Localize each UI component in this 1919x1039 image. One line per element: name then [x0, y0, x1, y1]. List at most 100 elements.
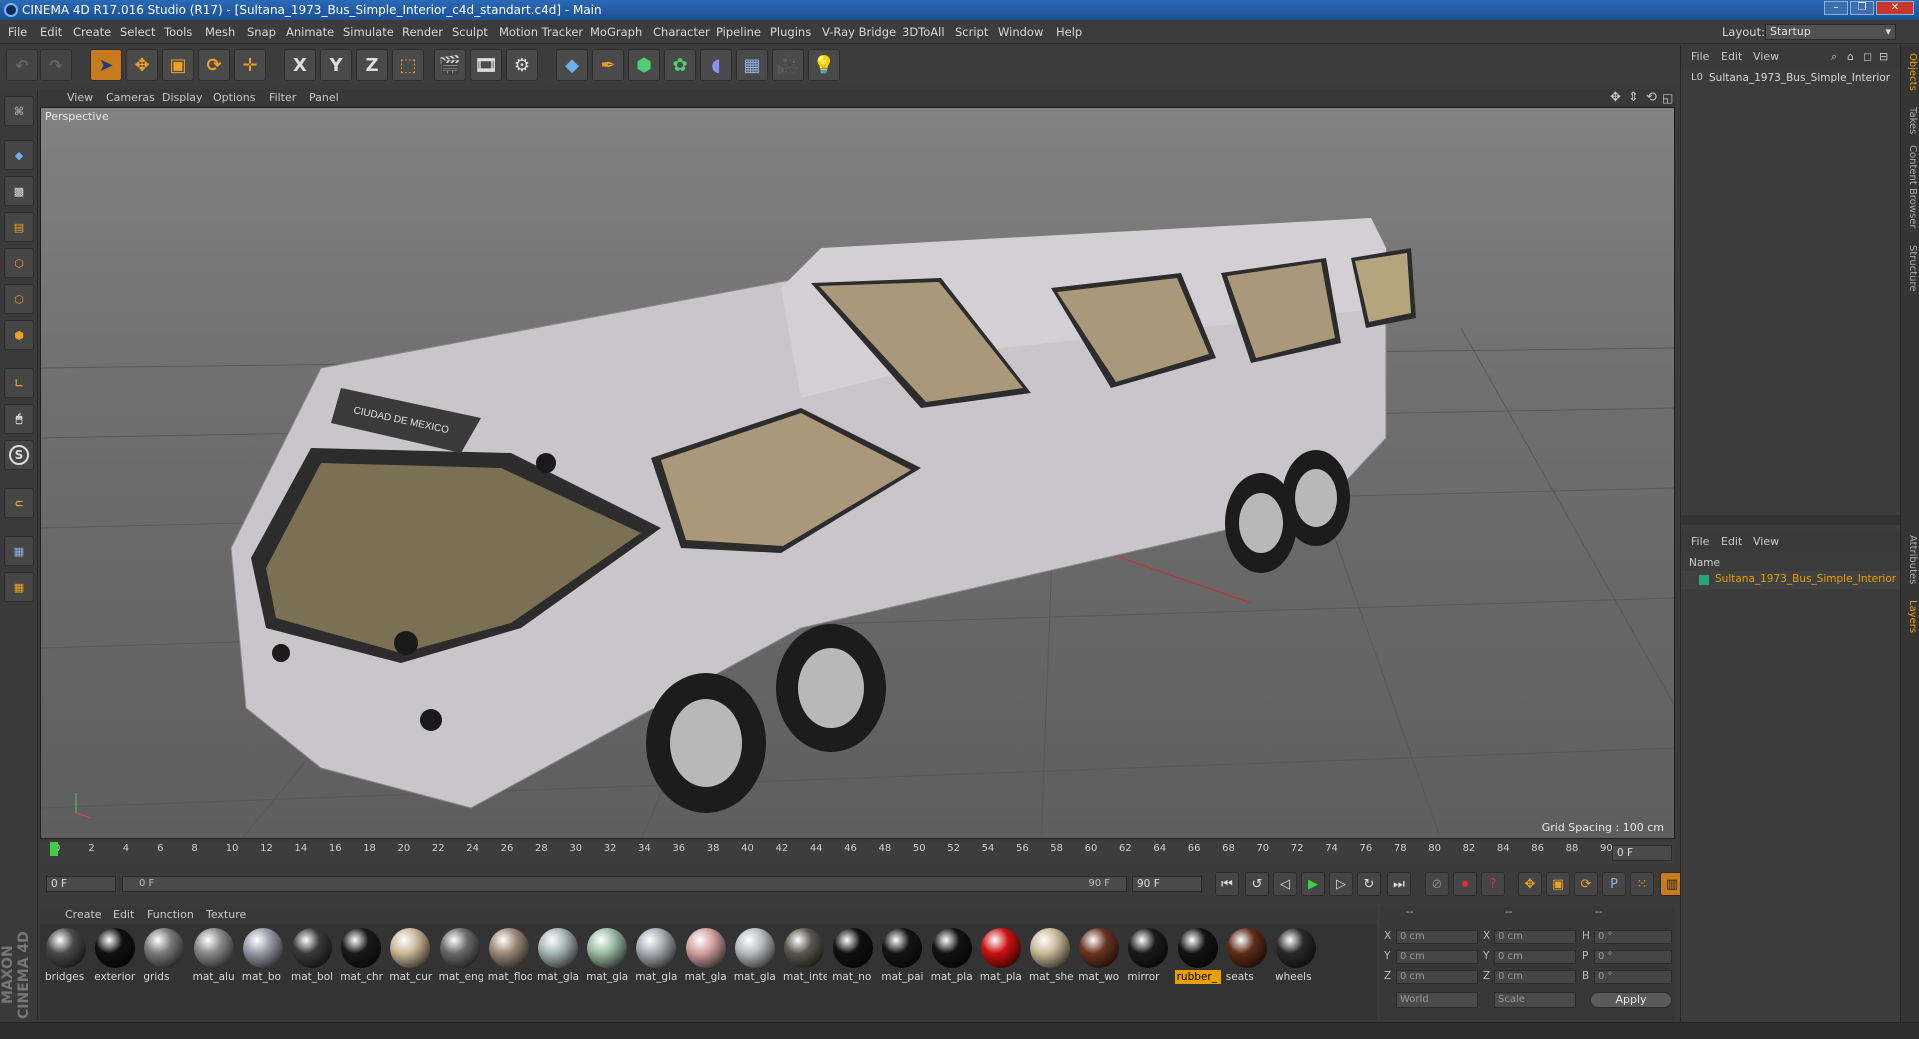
previous-key-button[interactable]: ↺	[1245, 872, 1269, 896]
material-item[interactable]: mat_pla	[929, 926, 975, 984]
layout-select[interactable]: Startup ▾	[1765, 24, 1896, 40]
menu-snap[interactable]: Snap	[247, 20, 276, 44]
camera-button[interactable]: 🎥	[772, 49, 804, 81]
menu-motion-tracker[interactable]: Motion Tracker	[499, 20, 583, 44]
preview-range-slider[interactable]: 0 F 90 F	[122, 876, 1127, 892]
tab-takes[interactable]: Takes	[1903, 107, 1918, 134]
material-item[interactable]: grids	[141, 926, 187, 984]
tab-content-browser[interactable]: Content Browser	[1903, 145, 1918, 228]
texture-mode-button[interactable]: ▩	[4, 176, 34, 206]
snap-button[interactable]: S	[4, 440, 34, 470]
position-z-field[interactable]: 0 cm	[1396, 970, 1478, 984]
menu-window[interactable]: Window	[998, 20, 1043, 44]
object-menu-file[interactable]: File	[1691, 47, 1709, 67]
menu-simulate[interactable]: Simulate	[343, 20, 394, 44]
object-menu-edit[interactable]: Edit	[1721, 47, 1742, 67]
material-menu-function[interactable]: Function	[147, 906, 194, 924]
apply-button[interactable]: Apply	[1590, 992, 1672, 1008]
model-mode-button[interactable]: ◆	[4, 140, 34, 170]
material-item[interactable]: mat_alu	[191, 926, 237, 984]
material-item[interactable]: mat_bo	[240, 926, 286, 984]
menu-file[interactable]: File	[8, 20, 27, 44]
next-key-button[interactable]: ↻	[1357, 872, 1381, 896]
play-forward-button[interactable]: ▶	[1301, 872, 1325, 896]
render-view-button[interactable]: 🎬	[434, 49, 466, 81]
material-item[interactable]: mat_gla	[535, 926, 581, 984]
layer-menu-file[interactable]: File	[1691, 532, 1709, 552]
home-icon[interactable]: ⌂	[1847, 47, 1854, 67]
timeline-ruler[interactable]: 0246810121416182022242628303234363840424…	[40, 842, 1675, 864]
viewport-menu-cameras[interactable]: Cameras	[106, 89, 155, 107]
menu-vray-bridge[interactable]: V-Ray Bridge	[822, 20, 896, 44]
subdivision-surface-button[interactable]: ⬢	[628, 49, 660, 81]
parameter-key-button[interactable]: P	[1602, 872, 1626, 896]
polygons-mode-button[interactable]: ⬢	[4, 320, 34, 350]
playhead-marker[interactable]	[50, 842, 58, 856]
position-key-button[interactable]: ✥	[1518, 872, 1542, 896]
min-time-field[interactable]: 0 F	[46, 876, 116, 892]
axis-mode-button[interactable]: ∟	[4, 368, 34, 398]
coordinate-system-button[interactable]: ⬚	[392, 49, 424, 81]
menu-create[interactable]: Create	[73, 20, 111, 44]
material-item[interactable]: mat_pai	[879, 926, 925, 984]
rotation-key-button[interactable]: ⟳	[1574, 872, 1598, 896]
menu-tools[interactable]: Tools	[164, 20, 192, 44]
viewport-rotate-icon[interactable]: ⟲	[1646, 89, 1657, 107]
viewport-menu-view[interactable]: View	[67, 89, 93, 107]
position-y-field[interactable]: 0 cm	[1396, 950, 1478, 964]
material-item[interactable]: mat_no	[830, 926, 876, 984]
workplane-mode-button[interactable]: ▤	[4, 212, 34, 242]
material-item[interactable]: mat_eng	[437, 926, 483, 984]
material-item[interactable]: bridges	[43, 926, 89, 984]
material-item[interactable]: mat_bol	[289, 926, 335, 984]
max-time-field[interactable]: 90 F	[1132, 876, 1202, 892]
viewport-menu-options[interactable]: Options	[213, 89, 255, 107]
tweak-mode-button[interactable]: 🖱	[4, 404, 34, 434]
tab-objects[interactable]: Objects	[1903, 53, 1918, 91]
perspective-viewport[interactable]: CIUDAD DE MEXICO Perspective Grid Spacin…	[40, 107, 1675, 839]
material-item[interactable]: mat_she	[1027, 926, 1073, 984]
menu-edit[interactable]: Edit	[40, 20, 62, 44]
go-to-start-button[interactable]: ⏮	[1215, 872, 1239, 896]
menu-help[interactable]: Help	[1056, 20, 1082, 44]
material-menu-edit[interactable]: Edit	[113, 906, 134, 924]
viewport-menu-display[interactable]: Display	[162, 89, 203, 107]
viewport-move-icon[interactable]: ⇕	[1628, 89, 1639, 107]
material-item[interactable]: mirror	[1125, 926, 1171, 984]
rotation-h-field[interactable]: 0 °	[1594, 930, 1672, 944]
material-item[interactable]: rubber_	[1174, 926, 1221, 984]
magnet-button[interactable]: ⊂	[4, 488, 34, 518]
points-mode-button[interactable]: ⬡	[4, 248, 34, 278]
size-y-field[interactable]: 0 cm	[1494, 950, 1576, 964]
rotate-tool-button[interactable]: ⟳	[198, 49, 230, 81]
x-axis-button[interactable]: X	[284, 49, 316, 81]
make-editable-button[interactable]: ⌘	[4, 96, 34, 126]
tab-structure[interactable]: Structure	[1903, 245, 1918, 292]
menu-select[interactable]: Select	[120, 20, 155, 44]
go-to-end-button[interactable]: ⏭	[1387, 872, 1411, 896]
menu-pipeline[interactable]: Pipeline	[716, 20, 761, 44]
autokey-button[interactable]: ⏺	[1453, 872, 1477, 896]
size-z-field[interactable]: 0 cm	[1494, 970, 1576, 984]
rotation-b-field[interactable]: 0 °	[1594, 970, 1672, 984]
layer-row[interactable]: Sultana_1973_Bus_Simple_Interior	[1681, 571, 1901, 589]
locked-workplane-button[interactable]: ▦	[4, 536, 34, 566]
maximize-button[interactable]: ❐	[1850, 1, 1874, 15]
spline-pen-button[interactable]: ✒	[592, 49, 624, 81]
cube-primitive-button[interactable]: ◆	[556, 49, 588, 81]
render-settings-button[interactable]: ⚙	[506, 49, 538, 81]
move-tool-button[interactable]: ✥	[126, 49, 158, 81]
viewport-maximize-icon[interactable]: ◱	[1662, 89, 1673, 107]
scale-key-button[interactable]: ▣	[1546, 872, 1570, 896]
render-picture-viewer-button[interactable]: 🎞	[470, 49, 502, 81]
panel-menu-icon[interactable]: ⊟	[1879, 47, 1888, 67]
menu-animate[interactable]: Animate	[286, 20, 334, 44]
material-item[interactable]: exterior	[92, 926, 138, 984]
material-item[interactable]: mat_gla	[584, 926, 630, 984]
new-view-icon[interactable]: ◻	[1863, 47, 1872, 67]
object-menu-view[interactable]: View	[1753, 47, 1779, 67]
rotation-p-field[interactable]: 0 °	[1594, 950, 1672, 964]
menu-character[interactable]: Character	[653, 20, 710, 44]
size-x-field[interactable]: 0 cm	[1494, 930, 1576, 944]
search-icon[interactable]: ⌕	[1831, 47, 1837, 67]
